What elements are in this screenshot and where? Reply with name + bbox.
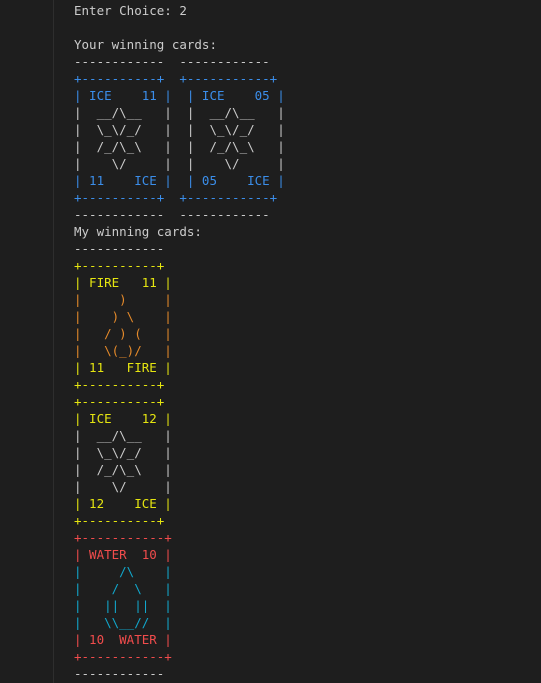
your-winning-heading: Your winning cards: <box>74 37 217 52</box>
terminal-output: Enter Choice: 2 Your winning cards: ----… <box>74 2 541 682</box>
ice-card-row: | ICE 12 | <box>74 411 172 426</box>
fire-card-row: | ) \ | <box>74 309 172 324</box>
your-card-row: | 11 ICE | | 05 ICE | <box>74 173 285 188</box>
fire-card-row: | / ) ( | <box>74 326 172 341</box>
ice-card-row: | 12 ICE | <box>74 496 172 511</box>
fire-card-row: | ) | <box>74 292 172 307</box>
water-card-row: | WATER 10 | <box>74 547 172 562</box>
water-card-bottom-border: +-----------+ <box>74 649 172 664</box>
water-card-row: | \\__// | <box>74 615 172 630</box>
ice-card-row: | \_\/_/ | <box>74 445 172 460</box>
fire-card-top-border: +----------+ <box>74 258 165 273</box>
ice-card-bottom-border: +----------+ <box>74 513 165 528</box>
water-card-row: | / \ | <box>74 581 172 596</box>
your-card-row: | ICE 11 | | ICE 05 | <box>74 88 285 103</box>
water-card-row: | 10 WATER | <box>74 632 172 647</box>
your-cards-top-border: +----------+ +-----------+ <box>74 71 278 86</box>
water-card-row: | /\ | <box>74 564 172 579</box>
fire-card-row: | 11 FIRE | <box>74 360 172 375</box>
fire-card-row: | \(_)/ | <box>74 343 172 358</box>
water-card-top-border: +-----------+ <box>74 530 172 545</box>
your-card-row: | __/\__ | | __/\__ | <box>74 105 285 120</box>
prompt-line: Enter Choice: 2 <box>74 3 187 18</box>
my-winning-heading: My winning cards: <box>74 224 202 239</box>
ice-card-top-border: +----------+ <box>74 394 165 409</box>
dash-separator: ------------ ------------ <box>74 207 270 222</box>
fire-card-row: | FIRE 11 | <box>74 275 172 290</box>
water-card-row: | || || | <box>74 598 172 613</box>
fire-card-bottom-border: +----------+ <box>74 377 165 392</box>
your-card-row: | \/ | | \/ | <box>74 156 285 171</box>
ice-card-row: | \/ | <box>74 479 172 494</box>
dash-separator: ------------ <box>74 666 165 681</box>
dash-separator: ------------ ------------ <box>74 54 270 69</box>
dash-separator: ------------ <box>74 241 165 256</box>
your-card-row: | \_\/_/ | | \_\/_/ | <box>74 122 285 137</box>
ice-card-row: | /_/\_\ | <box>74 462 172 477</box>
ice-card-row: | __/\__ | <box>74 428 172 443</box>
editor-gutter <box>0 0 54 683</box>
your-cards-bottom-border: +----------+ +-----------+ <box>74 190 278 205</box>
your-card-row: | /_/\_\ | | /_/\_\ | <box>74 139 285 154</box>
